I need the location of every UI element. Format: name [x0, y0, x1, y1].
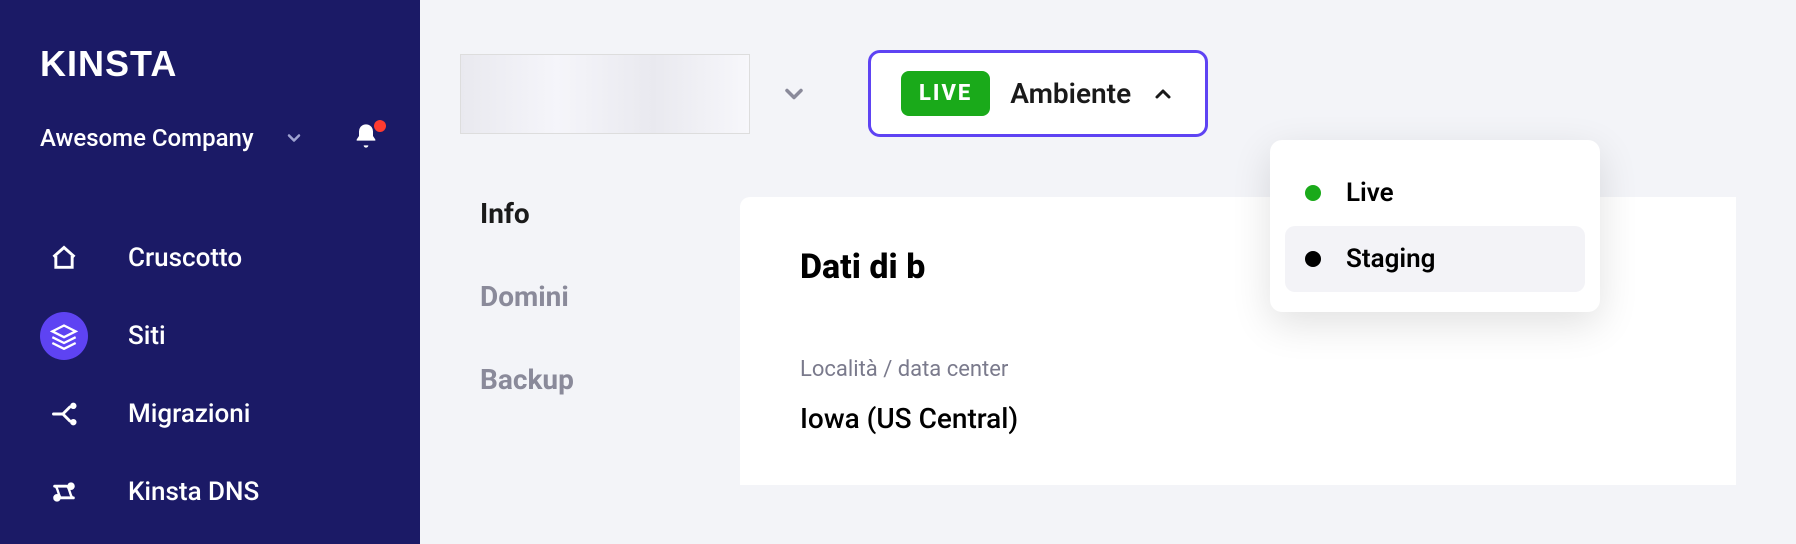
layers-icon: [40, 312, 88, 360]
home-icon: [40, 234, 88, 282]
primary-nav: Cruscotto Siti Migrazioni Kinsta DNS: [40, 234, 390, 516]
kinsta-logo-icon: KINSTA: [40, 40, 220, 88]
notifications-button[interactable]: [352, 122, 390, 154]
status-dot-icon: [1305, 185, 1321, 201]
live-badge: LIVE: [901, 71, 990, 116]
chevron-down-icon: [780, 80, 808, 108]
environment-selector[interactable]: LIVE Ambiente: [868, 50, 1208, 137]
brand-logo: KINSTA: [40, 40, 390, 92]
environment-label: Ambiente: [1010, 77, 1131, 110]
subnav-item-info[interactable]: Info: [480, 197, 720, 230]
site-selector[interactable]: [460, 54, 808, 134]
notification-dot: [374, 120, 386, 132]
environment-option-label: Live: [1346, 178, 1394, 208]
subnav-item-domini[interactable]: Domini: [480, 280, 720, 313]
subnav-item-backup[interactable]: Backup: [480, 363, 720, 396]
environment-menu: Live Staging: [1270, 140, 1600, 312]
location-label: Località / data center: [800, 357, 1676, 382]
main-content: LIVE Ambiente Live Staging Info Domini B…: [420, 0, 1796, 544]
nav-label: Kinsta DNS: [128, 477, 259, 507]
sidebar-item-siti[interactable]: Siti: [40, 312, 390, 360]
location-value: Iowa (US Central): [800, 402, 1676, 435]
environment-option-live[interactable]: Live: [1285, 160, 1585, 226]
status-dot-icon: [1305, 251, 1321, 267]
svg-text:KINSTA: KINSTA: [40, 43, 177, 84]
topbar: LIVE Ambiente: [460, 50, 1736, 137]
nav-label: Cruscotto: [128, 243, 242, 273]
dns-icon: [40, 468, 88, 516]
environment-option-staging[interactable]: Staging: [1285, 226, 1585, 292]
sidebar-item-migrazioni[interactable]: Migrazioni: [40, 390, 390, 438]
nav-label: Siti: [128, 321, 166, 351]
sidebar: KINSTA Awesome Company Cruscotto Siti: [0, 0, 420, 544]
site-subnav: Info Domini Backup: [460, 197, 720, 485]
chevron-down-icon: [284, 128, 304, 148]
company-name: Awesome Company: [40, 124, 254, 152]
chevron-up-icon: [1151, 82, 1175, 106]
sidebar-item-kinsta-dns[interactable]: Kinsta DNS: [40, 468, 390, 516]
nav-label: Migrazioni: [128, 399, 250, 429]
company-switcher[interactable]: Awesome Company: [40, 122, 390, 154]
sidebar-item-cruscotto[interactable]: Cruscotto: [40, 234, 390, 282]
site-thumbnail: [460, 54, 750, 134]
arrow-split-icon: [40, 390, 88, 438]
environment-option-label: Staging: [1346, 244, 1435, 274]
